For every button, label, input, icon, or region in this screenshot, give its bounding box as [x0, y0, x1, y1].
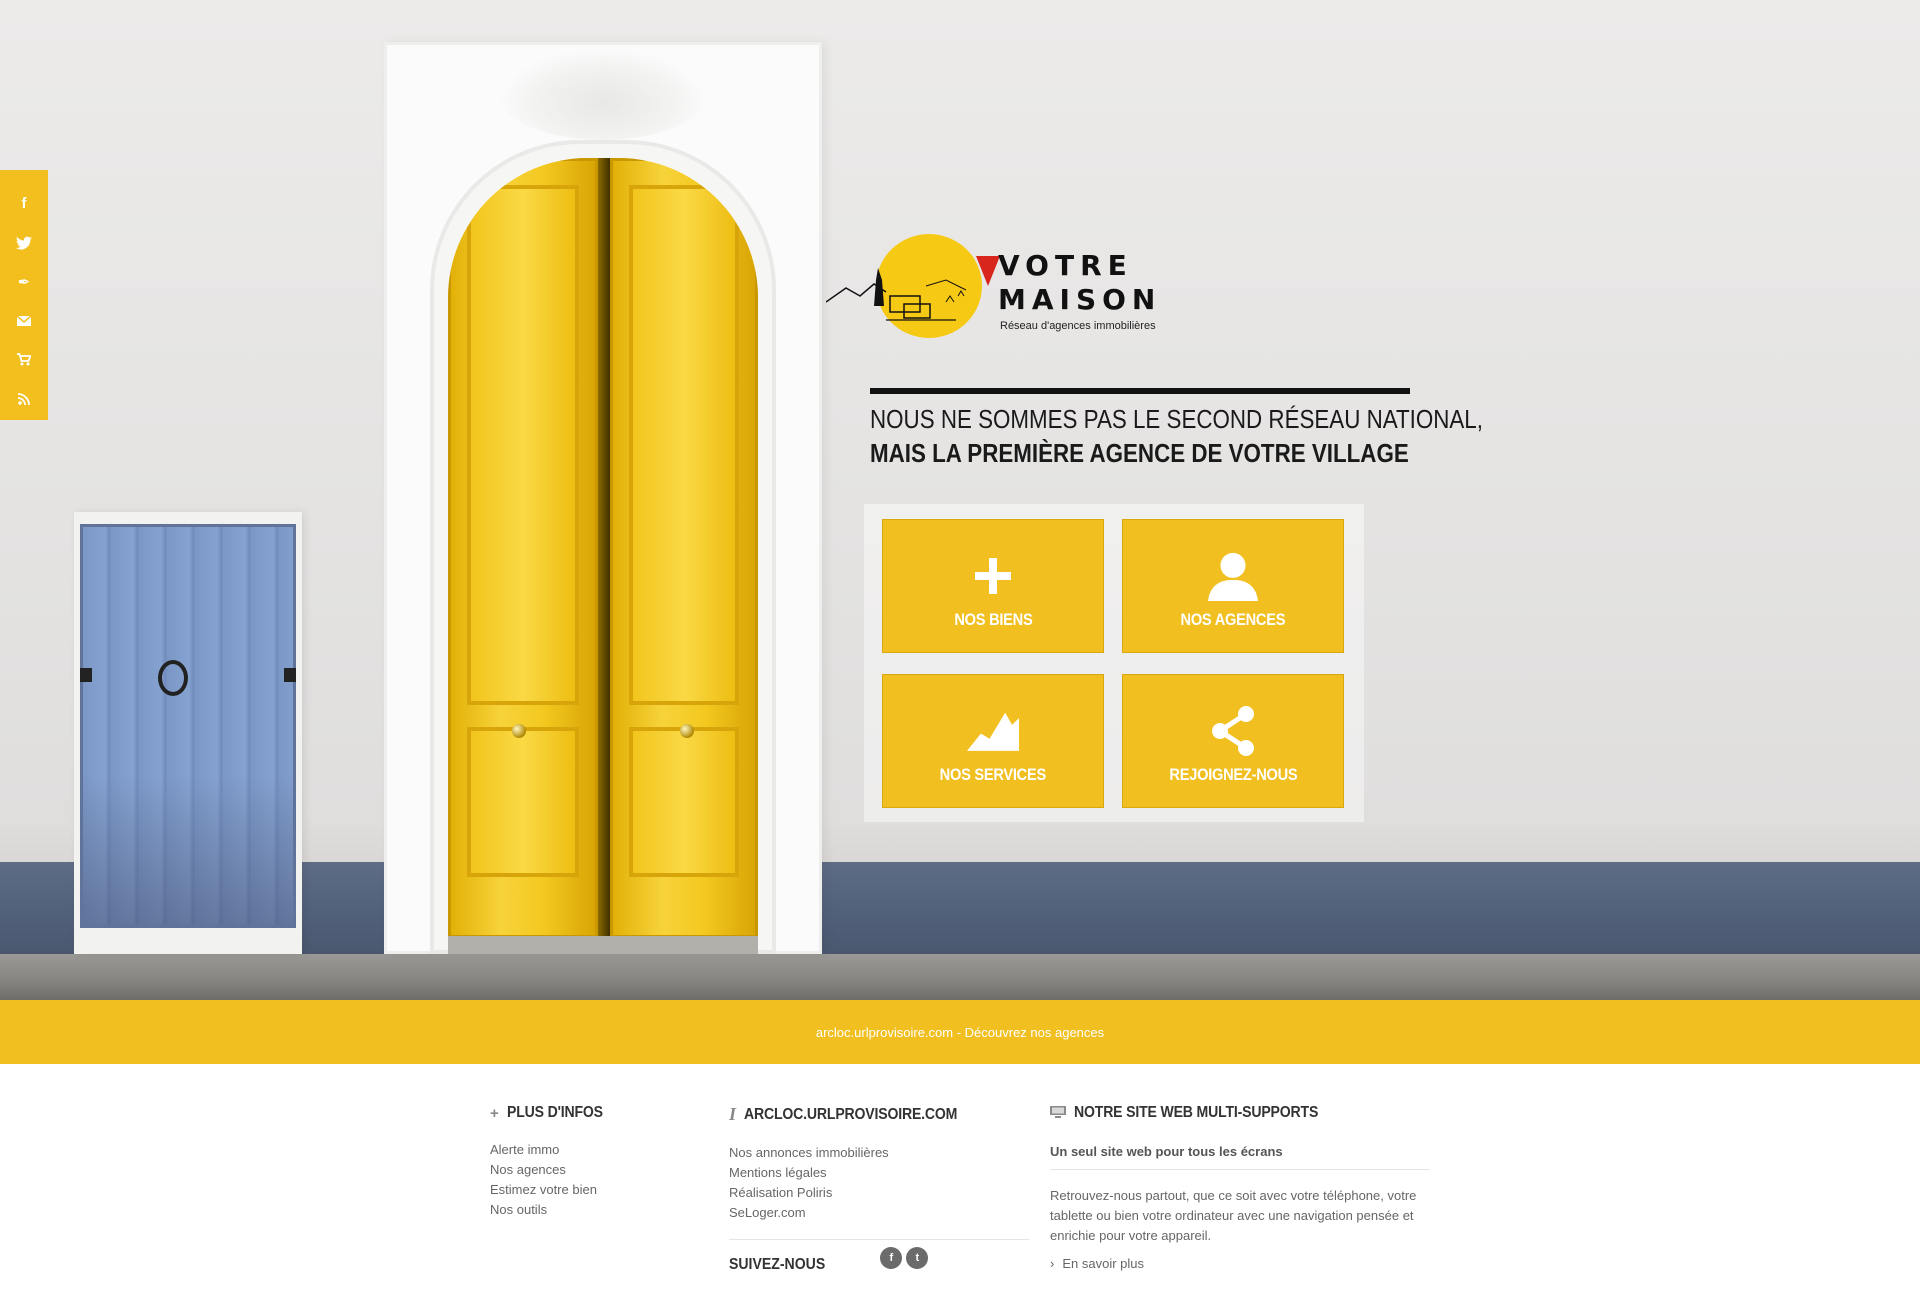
- footer-heading: i ARCLOC.URLPROVISOIRE.COM: [729, 1104, 1029, 1125]
- footer-divider: [1050, 1169, 1430, 1170]
- chevron-right-icon: ›: [1050, 1256, 1055, 1271]
- rss-icon[interactable]: [0, 379, 48, 418]
- tile-nos-biens[interactable]: NOS BIENS: [882, 519, 1104, 653]
- slogan-rule: [870, 388, 1410, 394]
- tile-rejoignez-nous[interactable]: REJOIGNEZ-NOUS: [1122, 674, 1344, 808]
- share-icon: [1207, 705, 1259, 757]
- footer-heading-text: ARCLOC.URLPROVISOIRE.COM: [743, 1105, 958, 1123]
- tile-label: NOS BIENS: [953, 610, 1033, 629]
- door-panel: [629, 727, 739, 877]
- tile-nos-services[interactable]: NOS SERVICES: [882, 674, 1104, 808]
- link-seloger[interactable]: SeLoger.com: [729, 1205, 806, 1220]
- tile-nos-agences[interactable]: NOS AGENCES: [1122, 519, 1344, 653]
- link-estimez-votre-bien[interactable]: Estimez votre bien: [490, 1182, 597, 1197]
- footer-links: Nos annonces immobilières Mentions légal…: [729, 1143, 1029, 1223]
- follow-icons: f t: [876, 1247, 929, 1269]
- slogan-line1: Nous ne sommes pas le second réseau nati…: [870, 404, 1483, 434]
- agencies-band: arcloc.urlprovisoire.com - Découvrez nos…: [0, 1000, 1920, 1064]
- tile-label: REJOIGNEZ-NOUS: [1168, 765, 1297, 784]
- plus-icon: [967, 550, 1019, 602]
- door-gap: [598, 158, 610, 938]
- hero-background: [0, 0, 1920, 1000]
- slogan-line2: mais la première agence de votre village: [870, 438, 1409, 468]
- door-hinge: [80, 668, 92, 682]
- link-mentions-legales[interactable]: Mentions légales: [729, 1165, 827, 1180]
- logo-village-drawing: [826, 268, 967, 321]
- door-knob: [680, 724, 694, 738]
- blue-door: [80, 524, 296, 928]
- door-panel: [629, 185, 739, 705]
- link-nos-agences[interactable]: Nos agences: [490, 1162, 566, 1177]
- footer-site: i ARCLOC.URLPROVISOIRE.COM Nos annonces …: [729, 1104, 1029, 1274]
- yellow-doors: [448, 158, 758, 938]
- facebook-icon[interactable]: f: [0, 184, 48, 223]
- link-annonces[interactable]: Nos annonces immobilières: [729, 1145, 889, 1160]
- footer-heading-text: NOTRE SITE WEB MULTI-SUPPORTS: [1074, 1104, 1319, 1121]
- yellow-door-right: [610, 158, 758, 938]
- multi-subtitle: Un seul site web pour tous les écrans: [1050, 1144, 1283, 1159]
- door-knocker: [158, 660, 188, 696]
- monitor-icon: [1050, 1105, 1066, 1122]
- chart-icon: [967, 705, 1019, 757]
- tile-label: NOS SERVICES: [939, 765, 1047, 784]
- door-panel: [467, 185, 579, 705]
- yellow-door-left: [448, 158, 598, 938]
- footer-links: Alerte immo Nos agences Estimez votre bi…: [490, 1140, 710, 1220]
- footer-heading: + PLUS D'INFOS: [490, 1104, 710, 1122]
- logo-flag: [976, 256, 1000, 286]
- brand-logo[interactable]: VOTRE MAISON Réseau d'agences immobilièr…: [826, 230, 1186, 342]
- twitter-icon[interactable]: t: [906, 1247, 929, 1269]
- multi-description: Retrouvez-nous partout, que ce soit avec…: [1050, 1188, 1417, 1243]
- door-panel: [467, 727, 579, 877]
- plus-icon: +: [490, 1104, 499, 1122]
- feather-icon[interactable]: ✒: [0, 262, 48, 301]
- facebook-icon[interactable]: f: [880, 1247, 903, 1269]
- cart-icon[interactable]: [0, 340, 48, 379]
- info-icon: i: [729, 1104, 736, 1124]
- twitter-icon[interactable]: [0, 223, 48, 262]
- tile-label: NOS AGENCES: [1180, 610, 1286, 629]
- door-ornament: [498, 48, 708, 140]
- mail-icon[interactable]: [0, 301, 48, 340]
- follow-title: SUIVEZ-NOUS: [729, 1256, 826, 1273]
- link-nos-outils[interactable]: Nos outils: [490, 1202, 547, 1217]
- footer-heading-text: PLUS D'INFOS: [506, 1104, 603, 1121]
- logo-tagline: Réseau d'agences immobilières: [1000, 320, 1156, 332]
- footer-multi-supports: NOTRE SITE WEB MULTI-SUPPORTS Un seul si…: [1050, 1104, 1430, 1271]
- door-step: [448, 936, 758, 954]
- en-savoir-plus-link[interactable]: › En savoir plus: [1050, 1256, 1430, 1271]
- footer-heading: NOTRE SITE WEB MULTI-SUPPORTS: [1050, 1104, 1430, 1122]
- footer-plus-infos: + PLUS D'INFOS Alerte immo Nos agences E…: [490, 1104, 710, 1220]
- band-site: arcloc.urlprovisoire.com: [815, 1024, 954, 1040]
- en-savoir-plus-label: En savoir plus: [1062, 1256, 1144, 1271]
- slogan: Nous ne sommes pas le second réseau nati…: [870, 402, 1483, 470]
- follow-us: SUIVEZ-NOUS f t: [729, 1247, 1029, 1274]
- social-sidebar: f ✒: [0, 170, 48, 420]
- discover-agencies-link[interactable]: Découvrez nos agences: [965, 1025, 1104, 1040]
- door-knob: [512, 724, 526, 738]
- footer-divider: [729, 1239, 1029, 1240]
- door-hinge: [284, 668, 296, 682]
- link-realisation-poliris[interactable]: Réalisation Poliris: [729, 1185, 832, 1200]
- logo-line2: MAISON: [998, 283, 1162, 316]
- logo-line1: VOTRE: [998, 249, 1133, 282]
- user-icon: [1207, 550, 1259, 602]
- link-alerte-immo[interactable]: Alerte immo: [490, 1142, 559, 1157]
- band-text: arcloc.urlprovisoire.com - Découvrez nos…: [816, 1025, 1104, 1040]
- sidewalk: [0, 954, 1920, 1000]
- band-separator: -: [953, 1024, 965, 1040]
